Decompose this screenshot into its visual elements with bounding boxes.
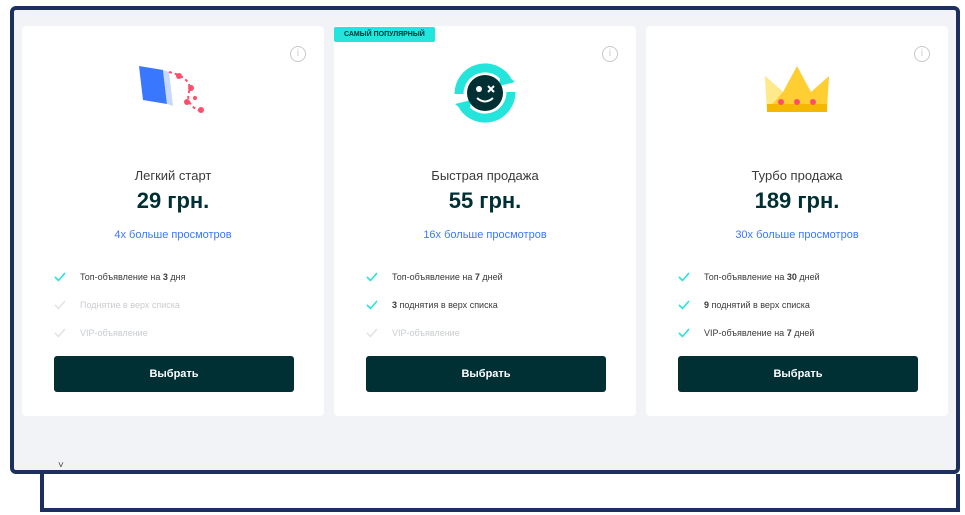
plan-name: Легкий старт — [134, 168, 212, 183]
plan-price: 55 грн. — [448, 188, 522, 213]
plan-card-turbo-sale: i Турбо продажа 189 грн. 30х больше прос… — [646, 26, 948, 416]
check-icon — [366, 327, 378, 339]
feature-number: 3 — [392, 300, 400, 310]
screenshot-frame-bottom — [40, 474, 960, 512]
feature-text-suffix: дня — [170, 272, 186, 282]
feature-text: Топ-объявление на — [392, 272, 473, 282]
check-icon — [678, 271, 690, 283]
plan-price: 29 грн. — [136, 188, 210, 213]
plan-name: Турбо продажа — [751, 168, 843, 183]
select-button[interactable]: Выбрать — [678, 356, 918, 392]
feature-item: 9 поднятий в верх списка — [678, 291, 928, 319]
check-icon — [54, 327, 66, 339]
popular-badge: САМЫЙ ПОПУЛЯРНЫЙ — [334, 27, 435, 42]
feature-number: 30 — [784, 272, 800, 282]
feature-number: 9 — [704, 300, 712, 310]
plan-views: 16х больше просмотров — [423, 229, 547, 241]
check-icon — [366, 299, 378, 311]
feature-text: Топ-объявление на — [704, 272, 785, 282]
feature-text-suffix: дней — [799, 272, 820, 282]
check-icon — [678, 299, 690, 311]
feature-item: Топ-объявление на 30 дней — [678, 263, 928, 291]
feature-text: VIP-объявление на — [704, 328, 785, 338]
check-icon — [54, 271, 66, 283]
feature-list: Топ-объявление на 3 дня Поднятие в верх с… — [54, 263, 304, 347]
chevron-down-icon[interactable]: ˅ — [58, 460, 64, 471]
feature-text-suffix: дней — [794, 328, 815, 338]
crown-icon — [646, 58, 948, 128]
plan-price: 189 грн. — [754, 188, 840, 213]
feature-item: Топ-объявление на 3 дня — [54, 263, 304, 291]
feature-text-suffix: поднятия в верх списка — [399, 300, 498, 310]
feature-text: Топ-объявление на — [80, 272, 161, 282]
feature-text-suffix: поднятий в верх списка — [711, 300, 810, 310]
check-icon — [678, 327, 690, 339]
feature-item: Топ-объявление на 7 дней — [366, 263, 616, 291]
feature-item: VIP-объявление — [54, 319, 304, 347]
feature-number: 3 — [160, 272, 171, 282]
feature-text-suffix: дней — [482, 272, 503, 282]
arrow-trail-icon — [22, 58, 324, 128]
feature-item: 3 поднятия в верх списка — [366, 291, 616, 319]
select-button[interactable]: Выбрать — [54, 356, 294, 392]
feature-item: VIP-объявление — [366, 319, 616, 347]
select-button[interactable]: Выбрать — [366, 356, 606, 392]
plan-card-fast-sale: i Быстрая продажа 55 грн. 16х больше про… — [334, 26, 636, 416]
plan-name: Быстрая продажа — [431, 168, 539, 183]
plan-card-easy-start: i Легкий старт 29 грн. 4х больше просмот… — [22, 26, 324, 416]
plan-views: 30х больше просмотров — [735, 229, 859, 241]
feature-item: Поднятие в верх списка — [54, 291, 304, 319]
feature-list: Топ-объявление на 7 дней 3 поднятия в вер… — [366, 263, 616, 347]
feature-list: Топ-объявление на 30 дней 9 поднятий в ве… — [678, 263, 928, 347]
feature-text: Поднятие в верх списка — [80, 300, 180, 310]
feature-number: 7 — [784, 328, 795, 338]
feature-text: VIP-объявление — [80, 328, 148, 338]
check-icon — [54, 299, 66, 311]
feature-item: VIP-объявление на 7 дней — [678, 319, 928, 347]
smiley-refresh-icon — [334, 58, 636, 128]
feature-number: 7 — [472, 272, 483, 282]
check-icon — [366, 271, 378, 283]
feature-text: VIP-объявление — [392, 328, 460, 338]
plan-views: 4х больше просмотров — [114, 229, 232, 241]
